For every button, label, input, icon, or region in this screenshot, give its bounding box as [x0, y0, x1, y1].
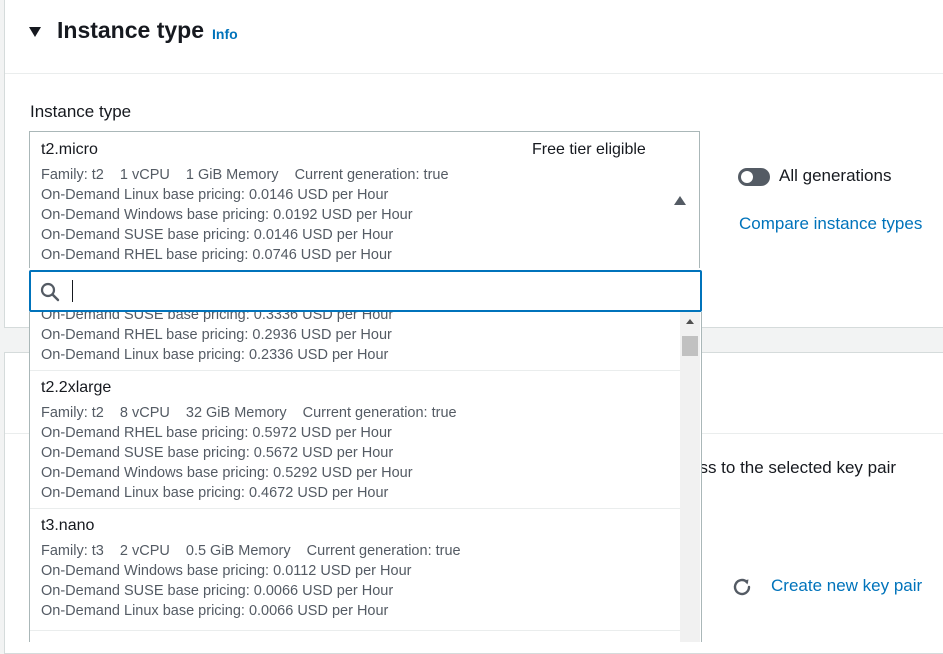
memory: 0.5 GiB Memory [185, 543, 291, 559]
pricing-line: On-Demand SUSE base pricing: 0.0146 USD … [41, 227, 394, 243]
pricing-line: On-Demand Linux base pricing: 0.0066 USD… [41, 603, 389, 619]
list-scrollbar[interactable] [680, 312, 700, 642]
instance-type-select[interactable]: t2.micro Free tier eligible Family: t2 1… [29, 131, 700, 268]
pricing-line: On-Demand Linux base pricing: 0.0146 USD… [41, 187, 389, 203]
list-item[interactable]: t2.2xlarge Family: t2 8 vCPU 32 GiB Memo… [30, 370, 680, 509]
generation: Current generation: true [306, 543, 461, 559]
pricing-line: On-Demand Windows base pricing: 0.0192 U… [41, 207, 413, 223]
text-cursor [72, 280, 73, 302]
instance-name: t2.2xlarge [41, 379, 112, 396]
refresh-icon[interactable] [730, 575, 754, 599]
generation: Current generation: true [302, 405, 457, 421]
instance-specs: Family: t3 2 vCPU 0.5 GiB Memory Current… [41, 543, 473, 559]
toggle-knob [741, 171, 753, 183]
compare-instance-types-link[interactable]: Compare instance types [739, 214, 922, 234]
pricing-line: On-Demand RHEL base pricing: 0.2936 USD … [41, 327, 392, 343]
all-generations-label: All generations [779, 166, 892, 185]
memory: 32 GiB Memory [185, 405, 287, 421]
search-icon [40, 282, 60, 302]
family: Family: t2 [41, 405, 104, 421]
vcpu: 2 vCPU [119, 543, 170, 559]
key-pair-description: ess to the selected key pair [690, 458, 897, 477]
free-tier-badge: Free tier eligible [532, 141, 646, 158]
scroll-up-arrow-icon[interactable] [686, 319, 694, 324]
pricing-line: On-Demand RHEL base pricing: 0.5972 USD … [41, 425, 392, 441]
panel-title: Instance type [57, 17, 204, 43]
memory: 1 GiB Memory [185, 167, 279, 183]
create-key-pair-link[interactable]: Create new key pair [771, 576, 922, 596]
vcpu: 8 vCPU [119, 405, 170, 421]
caret-up-icon[interactable] [674, 196, 686, 205]
pricing-line: On-Demand SUSE base pricing: 0.5672 USD … [41, 445, 394, 461]
search-input[interactable] [79, 278, 683, 306]
pricing-line: On-Demand Linux base pricing: 0.4672 USD… [41, 485, 389, 501]
family: Family: t2 [41, 167, 104, 183]
selected-instance-name: t2.micro [41, 141, 98, 158]
vcpu: 1 vCPU [119, 167, 170, 183]
pricing-line: On-Demand Windows base pricing: 0.5292 U… [41, 465, 413, 481]
generation: Current generation: true [294, 167, 449, 183]
instance-type-label: Instance type [30, 102, 132, 121]
selected-instance-specs: Family: t2 1 vCPU 1 GiB Memory Current g… [41, 167, 461, 183]
instance-specs: Family: t2 8 vCPU 32 GiB Memory Current … [41, 405, 469, 421]
instance-options-list[interactable]: On-Demand SUSE base pricing: 0.3336 USD … [29, 312, 702, 642]
scroll-thumb[interactable] [682, 336, 698, 356]
pricing-line: On-Demand Windows base pricing: 0.0112 U… [41, 563, 412, 579]
all-generations-toggle[interactable] [738, 168, 770, 186]
pricing-line: On-Demand RHEL base pricing: 0.0746 USD … [41, 247, 392, 263]
list-item[interactable]: t3.nano Family: t3 2 vCPU 0.5 GiB Memory… [30, 508, 680, 631]
collapse-caret-icon[interactable] [29, 27, 41, 37]
list-item[interactable]: On-Demand SUSE base pricing: 0.3336 USD … [30, 312, 680, 371]
pricing-line: On-Demand SUSE base pricing: 0.3336 USD … [41, 312, 394, 323]
pricing-line: On-Demand SUSE base pricing: 0.0066 USD … [41, 583, 394, 599]
info-link[interactable]: Info [212, 26, 238, 42]
instance-search-box[interactable] [29, 270, 702, 312]
family: Family: t3 [41, 543, 104, 559]
instance-name: t3.nano [41, 517, 95, 534]
panel-header[interactable]: Instance type Info [5, 0, 943, 74]
pricing-line: On-Demand Linux base pricing: 0.2336 USD… [41, 347, 389, 363]
